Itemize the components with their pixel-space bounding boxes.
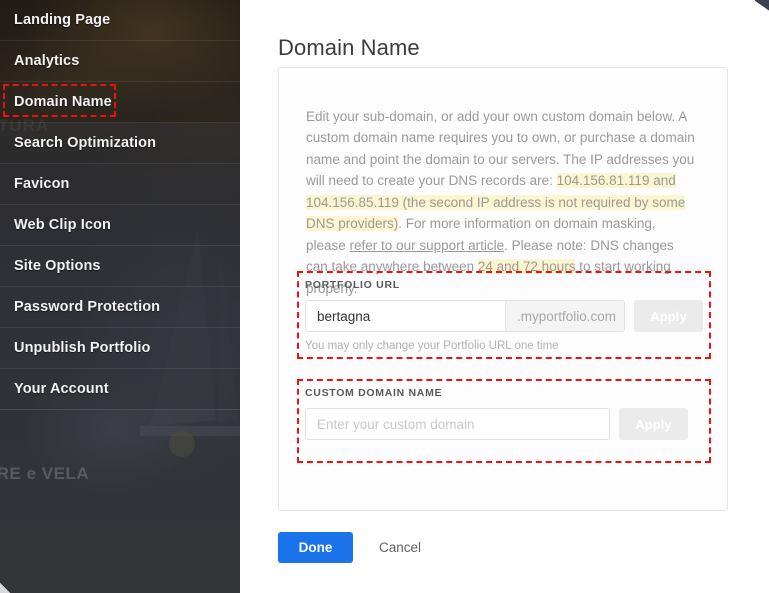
sidebar-item-password-protection[interactable]: Password Protection [0,287,240,328]
portfolio-url-row: .myportfolio.com Apply [305,300,703,332]
portfolio-url-note: You may only change your Portfolio URL o… [305,340,559,352]
custom-domain-legend: CUSTOM DOMAIN NAME [305,387,443,399]
portfolio-url-legend: PORTFOLIO URL [305,279,400,291]
portfolio-url-input-wrapper[interactable]: .myportfolio.com [305,300,625,332]
sidebar-item-landing-page[interactable]: Landing Page [0,0,240,41]
settings-sidebar: ATURA ARE e VELA Landing Page Analytics … [0,0,240,593]
sidebar-item-label: Analytics [14,53,80,69]
domain-settings-card: Edit your sub-domain, or add your own cu… [278,67,728,511]
form-actions: Done Cancel [278,532,421,563]
intro-description: Edit your sub-domain, or add your own cu… [306,106,696,300]
sidebar-item-label: Search Optimization [14,135,157,151]
custom-domain-input-wrapper[interactable] [305,408,610,440]
sidebar-item-label: Password Protection [14,299,161,315]
sidebar-item-search-optimization[interactable]: Search Optimization [0,123,240,164]
sidebar-item-label: Site Options [14,258,101,274]
custom-domain-row: Apply [305,408,703,440]
sidebar-item-your-account[interactable]: Your Account [0,369,240,410]
sidebar-item-site-options[interactable]: Site Options [0,246,240,287]
sidebar-item-analytics[interactable]: Analytics [0,41,240,82]
support-article-link[interactable]: refer to our support article [350,238,505,253]
sidebar-menu: Landing Page Analytics Domain Name Searc… [0,0,240,410]
portfolio-url-apply-button[interactable]: Apply [634,300,703,332]
portfolio-url-group: PORTFOLIO URL .myportfolio.com Apply You… [305,279,703,352]
sidebar-item-web-clip-icon[interactable]: Web Clip Icon [0,205,240,246]
sidebar-item-unpublish-portfolio[interactable]: Unpublish Portfolio [0,328,240,369]
sidebar-item-domain-name[interactable]: Domain Name [0,82,240,123]
cursor-arrow-icon [755,0,769,13]
intro-highlight-duration: 24 and 72 hours [477,259,576,274]
custom-domain-input[interactable] [306,409,609,439]
sidebar-item-label: Domain Name [14,94,112,110]
sidebar-photo-caption-bottom: ARE e VELA [0,464,90,483]
main-content-panel: Domain Name Edit your sub-domain, or add… [240,0,769,593]
sidebar-item-label: Landing Page [14,12,111,28]
sidebar-item-label: Web Clip Icon [14,217,111,233]
corner-artifact [0,583,10,593]
sidebar-item-label: Your Account [14,381,109,397]
portfolio-url-suffix: .myportfolio.com [505,301,624,331]
page-title: Domain Name [278,34,420,60]
sidebar-item-label: Favicon [14,176,70,192]
custom-domain-group: CUSTOM DOMAIN NAME Apply [305,387,703,440]
sidebar-item-favicon[interactable]: Favicon [0,164,240,205]
sidebar-item-label: Unpublish Portfolio [14,340,151,356]
cancel-button[interactable]: Cancel [379,540,421,555]
custom-domain-apply-button[interactable]: Apply [619,408,688,440]
done-button[interactable]: Done [278,532,353,563]
portfolio-url-input[interactable] [306,301,505,331]
